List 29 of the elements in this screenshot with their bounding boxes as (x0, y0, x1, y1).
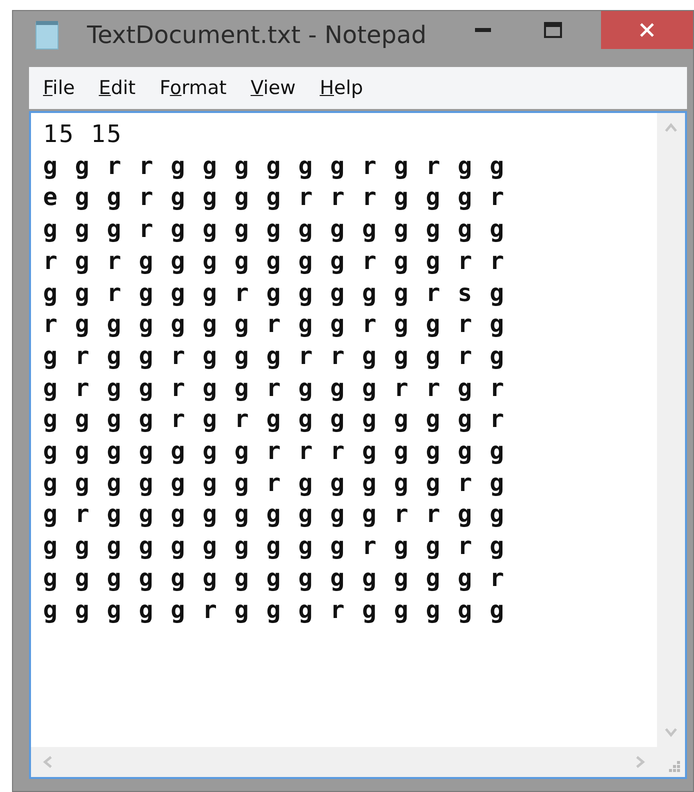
minimize-icon (475, 28, 491, 32)
resize-grip-icon[interactable] (667, 759, 681, 773)
close-button[interactable] (601, 11, 693, 49)
text-line: e g g r g g g g r r r g g g r (43, 182, 507, 214)
text-editor[interactable] (29, 111, 687, 779)
close-icon (639, 22, 655, 38)
notepad-icon (33, 20, 61, 50)
text-line: g g g g g g g g g g r g g r g (43, 531, 507, 562)
text-line: 15 15 (43, 119, 124, 150)
menu-item[interactable]: File (43, 77, 75, 99)
text-line: g r g g r g g g r r g g g r g (43, 340, 507, 372)
text-line: g g g g r g r g g g g g g g r (43, 404, 507, 436)
text-line: g g g g g g g r g g g g g r g (43, 468, 507, 499)
text-line: g g r r g g g g g g r g r g g (43, 150, 507, 182)
text-line: g r g g g g g g g g g r r g g (43, 499, 507, 530)
menu-item[interactable]: Format (160, 77, 227, 99)
text-line: g g g g g g g r r r g g g g g (43, 436, 507, 468)
text-line: g g g g g g g g g g g g g g r (43, 562, 507, 594)
text-line: r g g g g g g r g g r g g r g (43, 309, 507, 340)
text-line: g r g g r g g r g g g r r g r (43, 372, 507, 404)
menu-item[interactable]: Help (320, 77, 364, 99)
maximize-icon (544, 22, 562, 38)
text-line: g g r g g g r g g g g g r s g (43, 278, 507, 309)
menu-item[interactable]: View (250, 77, 296, 99)
text-line: r g r g g g g g g g r g g r r (43, 246, 507, 277)
text-line: g g g r g g g g g g g g g g g (43, 214, 507, 246)
text-line: g g g g g r g g g r g g g g g (43, 594, 507, 626)
window-title: TextDocument.txt - Notepad (87, 21, 428, 49)
menu-item[interactable]: Edit (98, 77, 136, 99)
